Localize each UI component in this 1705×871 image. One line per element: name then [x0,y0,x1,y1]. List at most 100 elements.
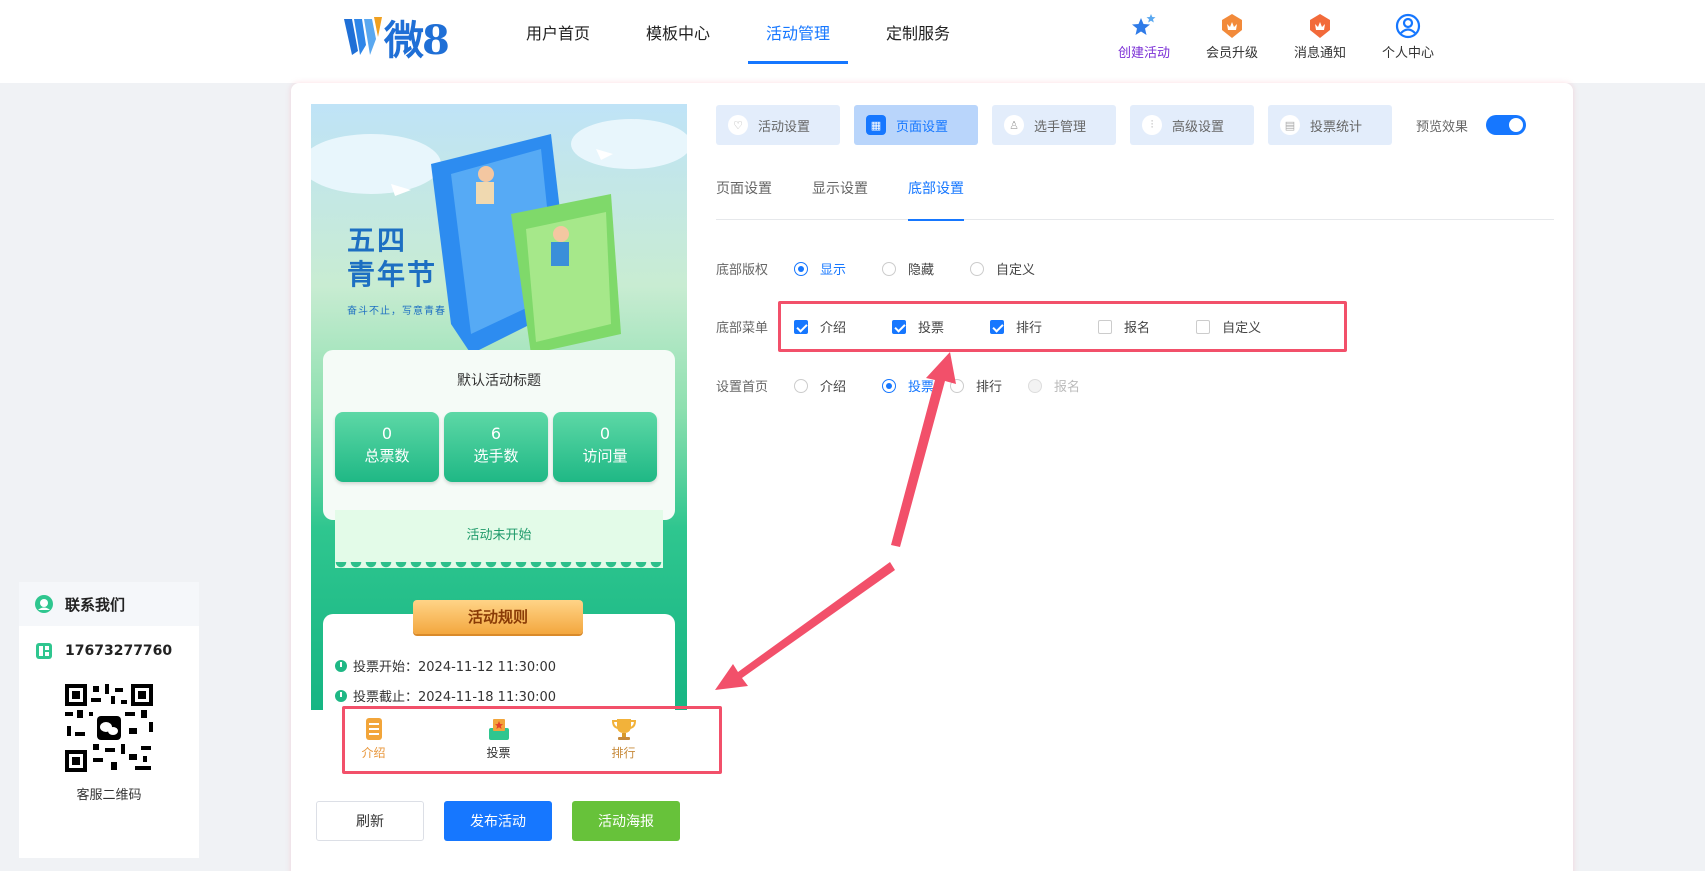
checkbox-indicator [1196,319,1211,334]
person-icon: ♙ [1004,115,1024,135]
checkbox-menu-rank[interactable]: 排行 [990,317,1042,336]
rule-text: 投票截止：2024-11-18 11:30:00 [353,690,557,705]
activity-status: 活动未开始 [335,510,663,572]
nav-custom-service[interactable]: 定制服务 [858,0,978,64]
radio-indicator [882,261,897,276]
activity-title: 默认活动标题 [457,373,541,389]
option-label: 投票 [918,321,945,336]
banner-title-line1: 五四 [347,224,408,257]
rule-text: 投票开始：2024-11-12 11:30:00 [353,660,557,675]
contact-title: 联系我们 [65,595,126,614]
row-set-homepage: 设置首页 介绍 投票 排行 报名 [716,376,1088,395]
activity-poster-button[interactable]: 活动海报 [572,801,680,841]
user-circle-icon [1395,13,1421,39]
tab-advanced-settings[interactable]: ⫶ 高级设置 [1130,105,1254,145]
star-create-icon [1132,14,1156,35]
nav-home[interactable]: 用户首页 [498,0,618,64]
tab-label: 选手管理 [1034,119,1087,135]
option-label: 自定义 [996,263,1036,278]
stats-row: 0 总票数 6 选手数 0 访问量 [335,412,657,482]
subtab-bottom-settings[interactable]: 底部设置 [908,170,964,221]
stat-label: 总票数 [364,447,410,465]
row-label: 底部菜单 [716,321,769,336]
vip-upgrade-label: 会员升级 [1205,46,1258,61]
customer-service-icon [35,595,53,613]
tab-vote-stats[interactable]: ▤ 投票统计 [1268,105,1392,145]
subtab-display-settings[interactable]: 显示设置 [812,170,868,220]
settings-top-tabs: ♡ 活动设置 ▦ 页面设置 ♙ 选手管理 ⫶ 高级设置 ▤ 投票统计 预览效果 [716,105,1527,145]
logo[interactable]: 微8 [344,12,454,64]
radio-home-signup[interactable]: 报名 [1028,376,1080,395]
preview-effect-label: 预览效果 [1416,119,1469,135]
trophy-icon [611,719,636,740]
checkbox-menu-signup[interactable]: 报名 [1098,317,1150,336]
tab-label: 活动设置 [758,119,811,135]
clock-icon [335,689,347,702]
stat-value: 0 [381,424,393,443]
banner-subtitle: 奋斗不止，写意青春 [347,306,446,317]
sliders-icon: ⫶ [1142,115,1162,135]
option-label: 排行 [1016,321,1043,336]
checkbox-indicator [1098,319,1113,334]
personal-center-button[interactable]: 个人中心 [1364,12,1452,61]
tabbar-vote[interactable]: 投票 [436,710,561,768]
nav-activity-manage[interactable]: 活动管理 [738,0,858,64]
clock-icon [335,659,347,672]
checkbox-indicator [794,319,808,334]
calendar-icon: ▤ [1280,115,1300,135]
option-label: 自定义 [1222,321,1262,336]
radio-indicator [794,378,808,393]
preview-toggle[interactable] [1486,115,1527,135]
radio-copyright-custom[interactable]: 自定义 [970,259,1035,278]
tab-activity-settings[interactable]: ♡ 活动设置 [716,105,840,145]
radio-indicator [794,261,808,276]
rule-vote-start: 投票开始：2024-11-12 11:30:00 [335,656,556,675]
tabbar-rank[interactable]: 排行 [561,710,686,768]
activity-status-text: 活动未开始 [466,528,532,543]
main-nav: 用户首页 模板中心 活动管理 定制服务 [498,0,978,64]
radio-home-intro[interactable]: 介绍 [794,376,846,395]
contact-phone: 17673277760 [19,640,199,662]
stat-total-votes: 0 总票数 [335,412,439,482]
tab-label: 高级设置 [1172,119,1225,135]
radio-home-rank[interactable]: 排行 [950,376,1002,395]
publish-activity-button[interactable]: 发布活动 [444,801,552,841]
vip-badge-icon [1222,14,1242,38]
radio-copyright-hide[interactable]: 隐藏 [882,259,934,278]
scallop-edge [335,562,663,572]
notifications-button[interactable]: 消息通知 [1276,12,1364,61]
nav-templates[interactable]: 模板中心 [618,0,738,64]
refresh-button[interactable]: 刷新 [316,801,424,841]
option-label: 显示 [820,263,847,278]
vip-upgrade-button[interactable]: 会员升级 [1188,12,1276,61]
radio-home-vote[interactable]: 投票 [882,376,934,395]
tab-page-settings[interactable]: ▦ 页面设置 [854,105,978,145]
row-bottom-menu: 底部菜单 介绍 投票 排行 报名 自定义 [716,317,1269,336]
subtab-page-settings[interactable]: 页面设置 [716,170,772,220]
checkbox-indicator [892,319,907,334]
option-label: 投票 [908,380,935,395]
phone-icon [36,643,52,659]
create-activity-button[interactable]: 创建活动 [1100,12,1188,61]
checkbox-menu-custom[interactable]: 自定义 [1196,317,1261,336]
settings-sub-tabs: 页面设置 显示设置 底部设置 [716,170,1554,221]
tabbar-intro[interactable]: 介绍 [311,710,436,768]
layout-icon: ▦ [866,115,886,135]
stat-value: 0 [599,424,611,443]
row-label: 设置首页 [716,380,769,395]
radio-copyright-show[interactable]: 显示 [794,259,846,278]
option-label: 报名 [1124,321,1151,336]
message-badge-icon [1310,14,1330,38]
tab-contestant-manage[interactable]: ♙ 选手管理 [992,105,1116,145]
stat-visits: 0 访问量 [553,412,657,482]
mobile-preview: 五四 青年节 奋斗不止，写意青春 默认活动标题 0 总票数 6 选手数 0 访问… [311,104,687,710]
radio-indicator [1028,378,1043,393]
checkbox-menu-vote[interactable]: 投票 [892,317,944,336]
tabbar-intro-label: 介绍 [361,746,386,760]
checkbox-menu-intro[interactable]: 介绍 [794,317,846,336]
row-label: 底部版权 [716,263,769,278]
banner-title: 五四 青年节 [347,224,437,292]
option-label: 介绍 [820,321,847,336]
stat-label: 选手数 [473,447,519,465]
header-tools: 创建活动 会员升级 消息通知 个人中心 [1100,12,1452,61]
